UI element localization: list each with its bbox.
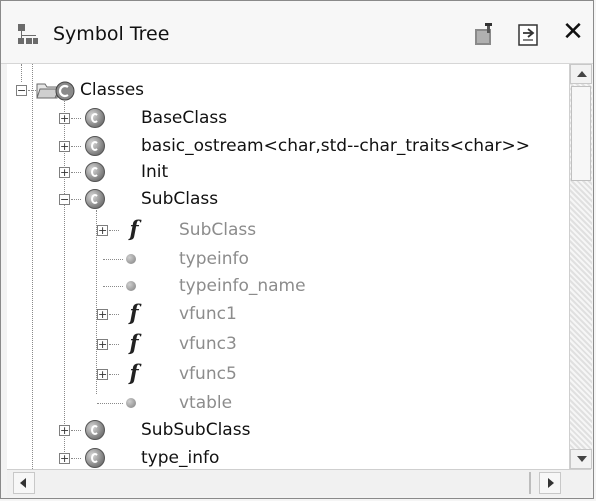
expand-toggle[interactable]: + xyxy=(59,167,70,178)
variable-icon xyxy=(126,254,136,264)
tree-item-label: vfunc1 xyxy=(179,304,237,324)
expand-toggle[interactable]: + xyxy=(59,453,70,464)
tree-item-class[interactable]: + Init xyxy=(7,158,567,186)
class-icon xyxy=(85,189,105,209)
tree-item-label: SubClass xyxy=(179,220,257,240)
tree-item-member[interactable]: + f vfunc3 xyxy=(7,330,567,358)
tree-item-label: Init xyxy=(141,162,169,182)
tree-item-label: vtable xyxy=(179,393,233,413)
tree-item-classes[interactable]: − Classes xyxy=(7,76,567,104)
close-icon[interactable]: ✕ xyxy=(561,17,585,47)
tree-item-member[interactable]: + f vfunc5 xyxy=(7,360,567,388)
tree-item-label: Classes xyxy=(80,80,145,100)
tree-guide-line xyxy=(109,314,119,315)
tree-item-member[interactable]: + f vfunc1 xyxy=(7,300,567,328)
collapse-toggle[interactable]: − xyxy=(59,194,70,205)
variable-icon xyxy=(126,398,136,408)
symbol-tree-icon xyxy=(18,24,38,44)
collapse-toggle[interactable]: − xyxy=(16,85,27,96)
scroll-down-button[interactable] xyxy=(570,449,592,469)
tree-guide-line xyxy=(71,430,81,431)
tree-guide-line xyxy=(71,199,81,200)
symbol-tree-panel: Symbol Tree ✕ − Classes + BaseClass + ba… xyxy=(0,0,594,499)
function-icon: f xyxy=(129,330,139,355)
tree-item-member[interactable]: vtable xyxy=(7,389,567,417)
vertical-scrollbar[interactable] xyxy=(569,64,592,469)
expand-toggle[interactable]: + xyxy=(59,425,70,436)
chevron-left-icon xyxy=(20,478,26,488)
scroll-divider xyxy=(529,472,531,494)
tree-item-class[interactable]: + basic_ostream<char,std--char_traits<ch… xyxy=(7,132,567,160)
chevron-up-icon xyxy=(577,71,587,77)
tree-item-label: BaseClass xyxy=(141,108,228,128)
tree-guide-line xyxy=(109,230,119,231)
variable-icon xyxy=(126,281,136,291)
tree-guide-line xyxy=(71,172,81,173)
tree-item-label: vfunc3 xyxy=(179,334,237,354)
class-icon xyxy=(85,108,105,128)
chevron-right-icon xyxy=(548,478,554,488)
sync-icon[interactable] xyxy=(516,19,544,49)
tree-item-subclass[interactable]: − SubClass xyxy=(7,185,567,213)
tree-guide-line xyxy=(103,259,123,260)
tree-item-class[interactable]: + BaseClass xyxy=(7,104,567,132)
expand-toggle[interactable]: + xyxy=(97,309,108,320)
expand-toggle[interactable]: + xyxy=(59,113,70,124)
classes-folder-icon xyxy=(36,81,75,101)
function-icon: f xyxy=(129,300,139,325)
tree-item-label: typeinfo xyxy=(179,249,249,269)
tree-item-label: basic_ostream<char,std--char_traits<char… xyxy=(141,136,530,156)
chevron-down-icon xyxy=(577,456,587,462)
tree-guide-line xyxy=(103,286,123,287)
function-icon: f xyxy=(129,360,139,385)
tree-guide-line xyxy=(109,374,119,375)
tree-guide-line xyxy=(71,118,81,119)
symbol-tree: − Classes + BaseClass + basic_ostream<ch… xyxy=(7,64,569,469)
pin-icon[interactable] xyxy=(471,19,499,49)
horizontal-scrollbar[interactable] xyxy=(7,469,591,496)
class-icon xyxy=(85,136,105,156)
panel-title: Symbol Tree xyxy=(53,23,170,45)
tree-item-member[interactable]: typeinfo xyxy=(7,245,567,273)
class-icon xyxy=(85,420,105,440)
expand-toggle[interactable]: + xyxy=(97,225,108,236)
expand-toggle[interactable]: + xyxy=(59,141,70,152)
tree-item-label: SubClass xyxy=(141,189,219,209)
tree-item-label: type_info xyxy=(141,448,220,468)
tree-item-label: vfunc5 xyxy=(179,364,237,384)
expand-toggle[interactable]: + xyxy=(97,339,108,350)
class-icon xyxy=(85,448,105,468)
tree-guide-line xyxy=(71,146,81,147)
scroll-up-button[interactable] xyxy=(570,64,592,84)
tree-guide-line xyxy=(97,403,123,404)
tree-item-label: SubSubClass xyxy=(141,420,251,440)
scroll-left-button[interactable] xyxy=(13,472,35,494)
tree-item-class[interactable]: + SubSubClass xyxy=(7,416,567,444)
class-icon xyxy=(85,162,105,182)
tree-guide-line xyxy=(71,458,81,459)
tree-item-class[interactable]: + type_info xyxy=(7,444,567,469)
function-icon: f xyxy=(129,216,139,241)
scroll-right-button[interactable] xyxy=(539,472,561,494)
panel-titlebar: Symbol Tree ✕ xyxy=(1,1,593,64)
tree-guide-line xyxy=(109,344,119,345)
tree-item-member[interactable]: + f SubClass xyxy=(7,216,567,244)
expand-toggle[interactable]: + xyxy=(97,369,108,380)
tree-item-label: typeinfo_name xyxy=(179,276,306,296)
scroll-thumb[interactable] xyxy=(571,86,591,181)
tree-item-member[interactable]: typeinfo_name xyxy=(7,272,567,300)
